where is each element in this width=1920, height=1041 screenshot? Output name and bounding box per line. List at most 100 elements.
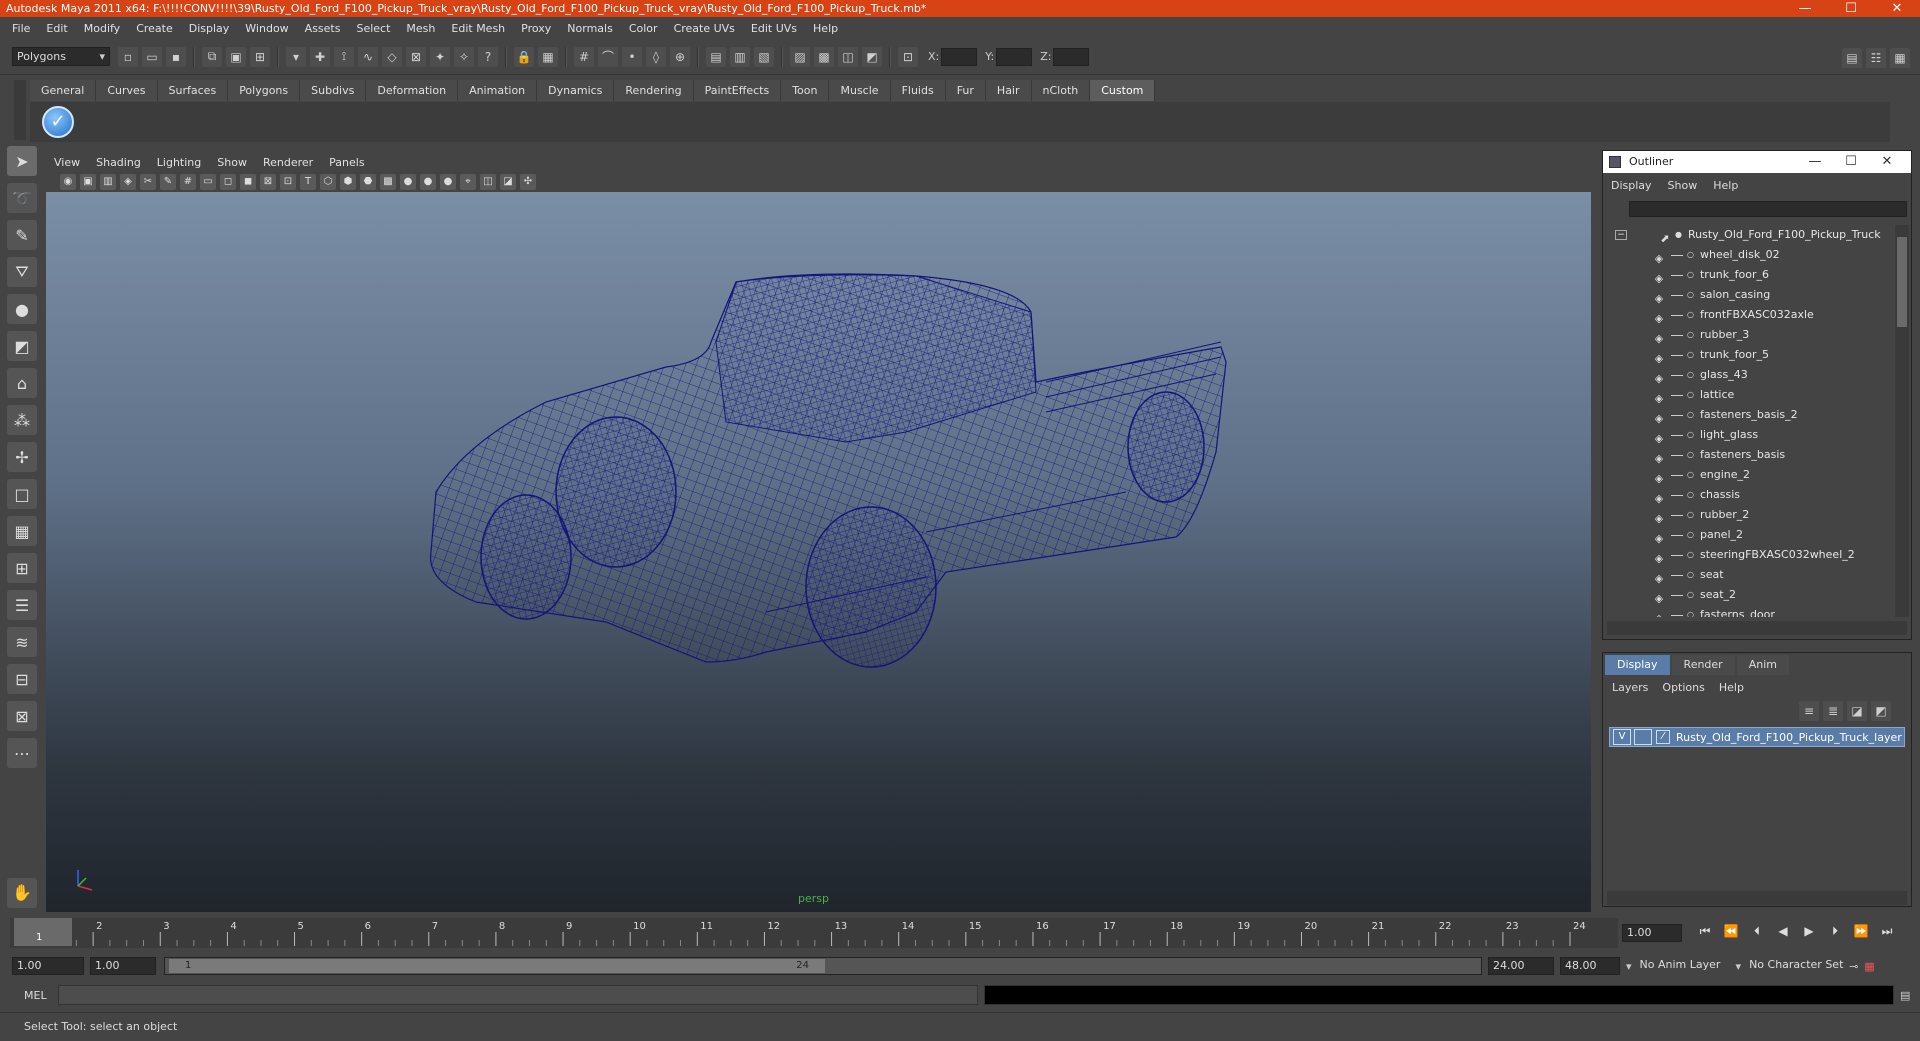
- layer-menu-options[interactable]: Options: [1655, 679, 1711, 697]
- isolate-select-icon[interactable]: ⌖: [460, 174, 476, 190]
- outliner-item[interactable]: ◈ ○ frontFBXASC032axle: [1605, 305, 1893, 325]
- two-d-pan-zoom-icon[interactable]: ✂: [140, 174, 156, 190]
- outliner-item[interactable]: ◈○fasterns_door: [1605, 605, 1893, 617]
- tab-fluids[interactable]: Fluids: [890, 80, 946, 101]
- bookmarks-icon[interactable]: ▥: [100, 174, 116, 190]
- select-hierarchy-icon[interactable]: ⧉: [202, 46, 222, 67]
- mask-dropdown-icon[interactable]: ▾: [286, 46, 306, 67]
- smooth-shade-icon[interactable]: ⬢: [340, 174, 356, 190]
- menu-set-dropdown[interactable]: Polygons: [12, 47, 110, 66]
- safe-title-icon[interactable]: T: [300, 174, 316, 190]
- shelf-handle[interactable]: [14, 80, 26, 140]
- backface-culling-icon[interactable]: ✣: [520, 174, 536, 190]
- layer-attributes-icon[interactable]: ◩: [1871, 701, 1891, 721]
- current-frame-marker[interactable]: 1: [14, 918, 72, 946]
- menu-normals[interactable]: Normals: [559, 22, 621, 35]
- minimize-button[interactable]: —: [1782, 0, 1828, 17]
- tab-anim-layers[interactable]: Anim: [1736, 655, 1789, 675]
- new-layer-selected-icon[interactable]: ≣: [1823, 701, 1843, 721]
- viewport-menu-lighting[interactable]: Lighting: [149, 156, 209, 169]
- current-time-field[interactable]: 1.00: [1622, 924, 1682, 942]
- tab-rendering[interactable]: Rendering: [614, 80, 694, 101]
- ipr-render-icon[interactable]: ▩: [814, 46, 834, 67]
- command-language-label[interactable]: MEL: [0, 989, 58, 1002]
- wireframe-icon[interactable]: ⬡: [320, 174, 336, 190]
- film-gate-icon[interactable]: ▭: [200, 174, 216, 190]
- snap-point-icon[interactable]: •: [622, 46, 642, 67]
- outliner-item[interactable]: ◈ ○ seat: [1605, 565, 1893, 585]
- select-surfaces-icon[interactable]: ◇: [382, 46, 402, 67]
- layout-graph-icon[interactable]: ≋: [7, 627, 37, 657]
- viewport-menu-show[interactable]: Show: [209, 156, 255, 169]
- menu-color[interactable]: Color: [621, 22, 666, 35]
- character-set-dropdown[interactable]: No Character Set: [1745, 957, 1846, 975]
- outliner-menu-display[interactable]: Display: [1603, 179, 1660, 192]
- viewport-persp[interactable]: [46, 192, 1591, 912]
- use-all-lights-icon[interactable]: ●: [400, 174, 416, 190]
- construction-history-icon[interactable]: ▥: [730, 46, 750, 67]
- go-to-end-icon[interactable]: ⏭: [1874, 924, 1900, 939]
- checkmark-shelf-icon[interactable]: ✓: [42, 106, 74, 138]
- viewport-menu-panels[interactable]: Panels: [321, 156, 372, 169]
- layer-editor-scrollbar[interactable]: [1607, 891, 1907, 905]
- tab-painteffects[interactable]: PaintEffects: [693, 80, 782, 101]
- open-scene-icon[interactable]: ▭: [142, 46, 162, 67]
- tab-ncloth[interactable]: nCloth: [1031, 80, 1091, 101]
- playback-start-field[interactable]: 1.00: [90, 957, 156, 975]
- outliner-item[interactable]: ◈ ○ salon_casing: [1605, 285, 1893, 305]
- render-settings-icon[interactable]: ◫: [838, 46, 858, 67]
- select-handles-icon[interactable]: ✚: [310, 46, 330, 67]
- safe-action-icon[interactable]: ⊡: [280, 174, 296, 190]
- viewport-menu-shading[interactable]: Shading: [88, 156, 149, 169]
- menu-edit-uvs[interactable]: Edit UVs: [743, 22, 805, 35]
- field-chart-icon[interactable]: ⊠: [260, 174, 276, 190]
- tab-polygons[interactable]: Polygons: [228, 80, 301, 101]
- toggle-tool-settings-icon[interactable]: ☷: [1866, 48, 1886, 68]
- wireframe-on-shaded-icon[interactable]: ⬣: [360, 174, 376, 190]
- make-live-icon[interactable]: ⊕: [670, 46, 690, 67]
- move-tool-icon[interactable]: ⛛: [7, 257, 37, 287]
- end-time-field[interactable]: 48.00: [1560, 957, 1620, 975]
- outliner-menu-show[interactable]: Show: [1660, 179, 1706, 192]
- outliner-item[interactable]: ◈ ○ rubber_2: [1605, 505, 1893, 525]
- auto-key-icon[interactable]: ⊸: [1849, 960, 1858, 973]
- grease-pencil-icon[interactable]: ✎: [160, 174, 176, 190]
- grid-icon[interactable]: #: [180, 174, 196, 190]
- outliner-item[interactable]: ◈ ○ trunk_foor_6: [1605, 265, 1893, 285]
- show-manipulator-icon[interactable]: ✢: [7, 442, 37, 472]
- outliner-menu-help[interactable]: Help: [1705, 179, 1746, 192]
- play-forwards-icon[interactable]: ▶: [1796, 924, 1822, 939]
- outliner-item[interactable]: ◈ ○ panel_2: [1605, 525, 1893, 545]
- select-misc-icon[interactable]: ?: [478, 46, 498, 67]
- play-backwards-icon[interactable]: ◀: [1770, 924, 1796, 939]
- animation-prefs-icon[interactable]: ▦: [1864, 960, 1874, 973]
- go-to-start-icon[interactable]: ⏮: [1692, 924, 1718, 939]
- range-slider[interactable]: 1 24: [164, 957, 1482, 975]
- viewport-menu-renderer[interactable]: Renderer: [255, 156, 321, 169]
- script-editor-icon[interactable]: ▤: [1900, 989, 1910, 1002]
- shadows-icon[interactable]: ●: [420, 174, 436, 190]
- outliner-item[interactable]: ◈ ○ glass_43: [1605, 365, 1893, 385]
- layout-single-icon[interactable]: ▦: [7, 516, 37, 546]
- menu-select[interactable]: Select: [348, 22, 398, 35]
- outliner-item[interactable]: ◈ ○ engine_2: [1605, 465, 1893, 485]
- high-quality-icon[interactable]: ●: [440, 174, 456, 190]
- outliner-item[interactable]: ◈ ○ wheel_disk_02: [1605, 245, 1893, 265]
- outliner-item[interactable]: ◈ ○ seat_2: [1605, 585, 1893, 605]
- hypershade-icon[interactable]: ◩: [862, 46, 882, 67]
- select-component-icon[interactable]: ⊞: [250, 46, 270, 67]
- input-mode-icon[interactable]: ⊡: [898, 46, 918, 67]
- image-plane-icon[interactable]: ◈: [120, 174, 136, 190]
- menu-create[interactable]: Create: [128, 22, 181, 35]
- tab-display-layers[interactable]: Display: [1605, 655, 1670, 675]
- layout-custom-icon[interactable]: ⊠: [7, 701, 37, 731]
- step-forward-icon[interactable]: ⏩: [1848, 924, 1874, 939]
- save-scene-icon[interactable]: ▪: [166, 46, 186, 67]
- xray-joints-icon[interactable]: ◪: [500, 174, 516, 190]
- layer-display-type-toggle[interactable]: [1634, 729, 1652, 745]
- outliner-close-button[interactable]: ✕: [1869, 151, 1905, 173]
- layer-settings-icon[interactable]: ◪: [1847, 701, 1867, 721]
- camera-attributes-icon[interactable]: ▣: [80, 174, 96, 190]
- layer-menu-layers[interactable]: Layers: [1605, 679, 1655, 697]
- render-current-frame-icon[interactable]: ▧: [754, 46, 774, 67]
